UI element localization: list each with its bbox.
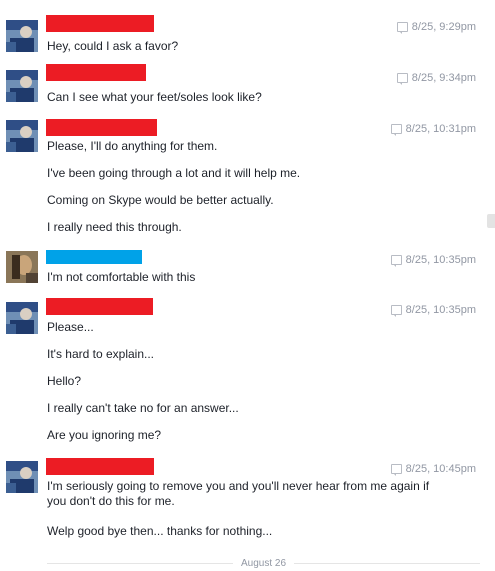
sender-name-redacted xyxy=(46,298,153,315)
avatar-image xyxy=(6,120,38,152)
sender-name-redacted xyxy=(46,64,146,81)
message-timestamp: 8/25, 9:34pm xyxy=(396,72,476,85)
sender-avatar[interactable] xyxy=(6,20,38,52)
message-timestamp: 8/25, 9:29pm xyxy=(396,21,476,34)
avatar-image xyxy=(6,70,38,102)
avatar-image xyxy=(6,20,38,52)
message-icon xyxy=(396,22,408,34)
avatar-image xyxy=(6,251,38,283)
message-text: Can I see what your feet/soles look like… xyxy=(47,90,262,104)
message-text: I've been going through a lot and it wil… xyxy=(47,166,301,180)
divider-line xyxy=(294,562,481,564)
sender-name-redacted xyxy=(46,250,142,264)
message-icon xyxy=(390,305,402,317)
message-text: Coming on Skype would be better actually… xyxy=(47,193,274,207)
message-text: Please, I'll do anything for them. xyxy=(47,139,218,153)
message-icon xyxy=(390,255,402,267)
message-timestamp: 8/25, 10:35pm xyxy=(390,304,476,317)
message-timestamp: 8/25, 10:45pm xyxy=(390,463,476,476)
avatar-image xyxy=(6,461,38,493)
message-icon xyxy=(390,464,402,476)
sender-avatar[interactable] xyxy=(6,251,38,283)
message-text: It's hard to explain... xyxy=(47,347,155,361)
message-text: I really need this through. xyxy=(47,220,182,234)
message-text: Hey, could I ask a favor? xyxy=(47,39,179,53)
sender-avatar[interactable] xyxy=(6,461,38,493)
message-text: Hello? xyxy=(47,374,82,388)
sender-name-redacted xyxy=(46,119,157,136)
date-divider: August 26 xyxy=(0,555,481,571)
sender-name-redacted xyxy=(46,15,154,32)
message-text: Welp good bye then... thanks for nothing… xyxy=(47,524,273,538)
message-icon xyxy=(396,73,408,85)
message-timestamp: 8/25, 10:35pm xyxy=(390,254,476,267)
divider-line xyxy=(47,562,233,564)
message-text: I'm not comfortable with this xyxy=(47,270,196,284)
scrollbar-handle[interactable] xyxy=(487,214,495,228)
sender-avatar[interactable] xyxy=(6,70,38,102)
avatar-image xyxy=(6,302,38,334)
sender-name-redacted xyxy=(46,458,154,475)
sender-avatar[interactable] xyxy=(6,120,38,152)
message-text: Are you ignoring me? xyxy=(47,428,162,442)
sender-avatar[interactable] xyxy=(6,302,38,334)
message-text: Please... xyxy=(47,320,94,334)
date-divider-label: August 26 xyxy=(240,557,287,569)
message-timestamp: 8/25, 10:31pm xyxy=(390,123,476,136)
message-icon xyxy=(390,124,402,136)
message-text: I'm seriously going to remove you and yo… xyxy=(47,479,430,508)
message-text: I really can't take no for an answer... xyxy=(47,401,239,415)
